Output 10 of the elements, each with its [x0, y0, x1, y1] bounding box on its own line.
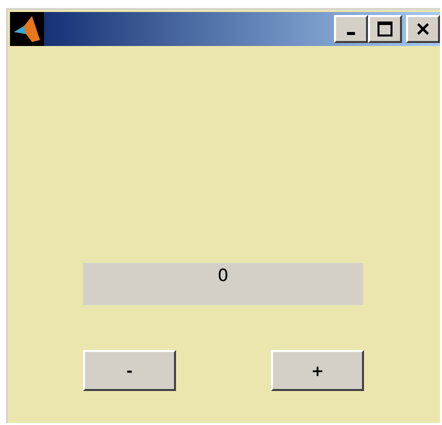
close-icon [416, 22, 430, 36]
minimize-icon [347, 32, 355, 35]
counter-display: 0 [83, 263, 363, 305]
push-button[interactable]: - [83, 350, 176, 391]
app-logo-icon [10, 12, 44, 46]
close-button[interactable] [406, 15, 440, 43]
push-button[interactable]: + [271, 350, 364, 391]
maximize-button[interactable] [368, 15, 402, 43]
minimize-button[interactable] [334, 15, 368, 43]
maximize-icon [377, 21, 393, 37]
